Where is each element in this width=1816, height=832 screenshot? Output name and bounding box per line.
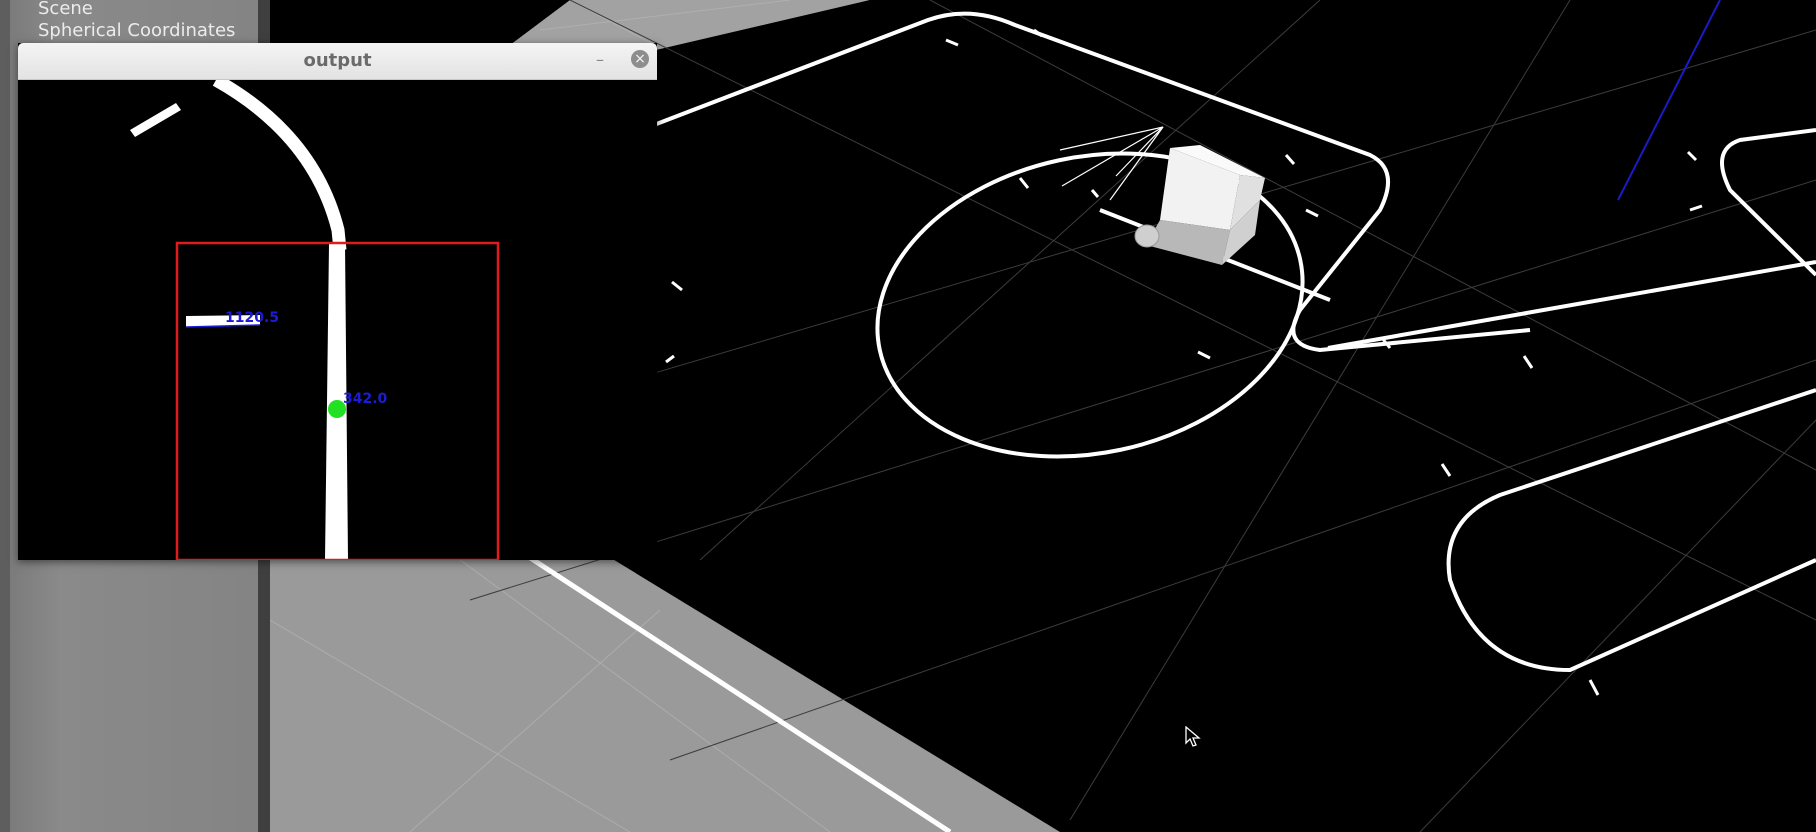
scene-tree-item-spherical-coordinates[interactable]: Spherical Coordinates (38, 20, 235, 41)
output-window[interactable]: output – × 1120.5 342.0 (18, 43, 657, 560)
annotation-left-value: 1120.5 (225, 310, 279, 326)
output-window-title: output (303, 50, 372, 71)
output-titlebar[interactable]: output – × (18, 43, 657, 80)
scene-tree-item-scene[interactable]: Scene (38, 0, 93, 19)
annotation-center-value: 342.0 (343, 391, 388, 407)
minimize-button[interactable]: – (589, 49, 611, 71)
panel-left-edge (0, 0, 10, 832)
close-button[interactable]: × (631, 50, 649, 68)
output-image-canvas: 1120.5 342.0 (18, 80, 657, 560)
mouse-pointer-icon (1185, 725, 1201, 752)
